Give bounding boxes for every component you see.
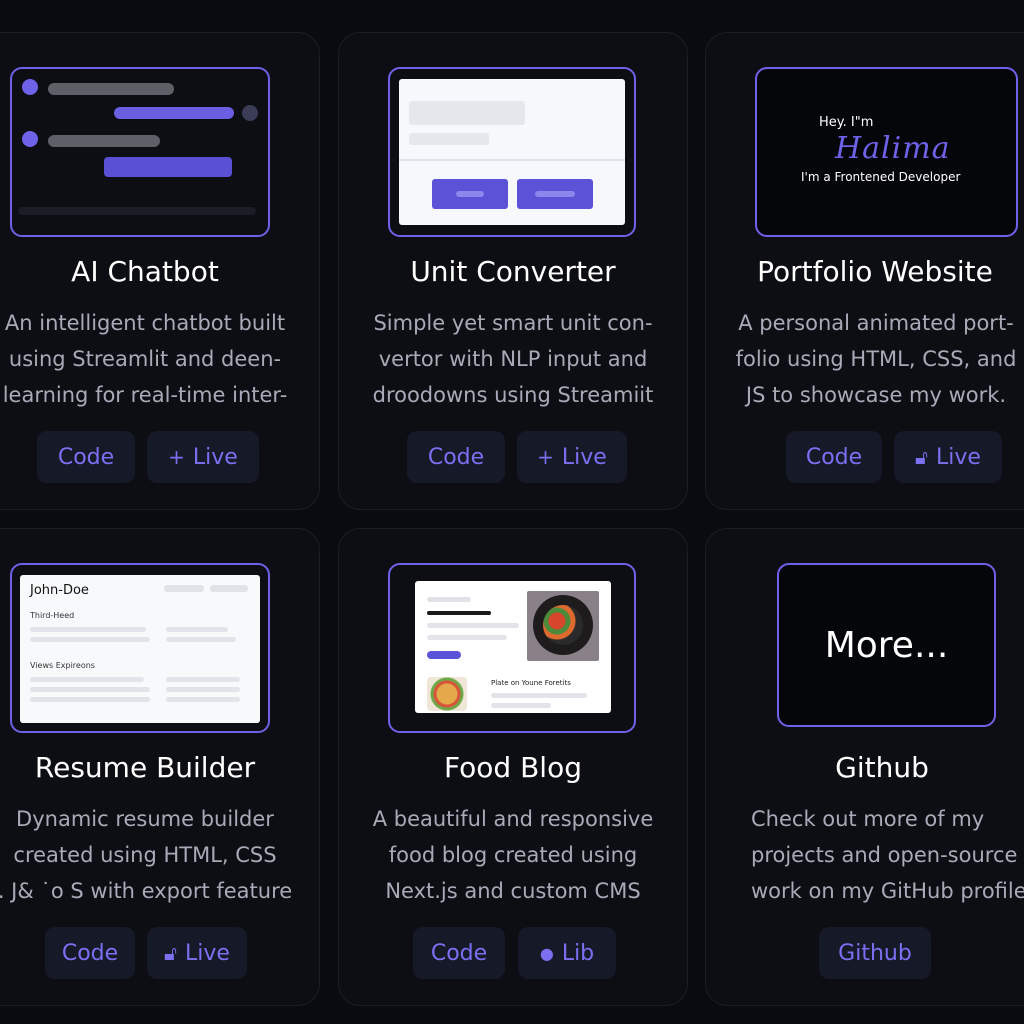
card-description: Check out more of my projects and open-so… xyxy=(751,807,1024,903)
card-title: Github xyxy=(835,751,929,784)
more-label: More... xyxy=(824,624,949,666)
portfolio-preview: Hey. I"m Halima I'm a Frontened Develope… xyxy=(755,67,1018,237)
lock-icon: 🔓︎ xyxy=(915,445,929,469)
card-description: Simple yet smart unit con-vertor with NL… xyxy=(372,311,654,407)
resume-page: John-Doe Third-Heed Views Expireons xyxy=(20,575,260,723)
project-card-resume-builder: John-Doe Third-Heed Views Expireons Resu… xyxy=(0,528,320,1006)
live-button[interactable]: + Live xyxy=(517,431,627,483)
resume-preview: John-Doe Third-Heed Views Expireons xyxy=(10,563,270,733)
message-bubble xyxy=(48,83,174,95)
bot-avatar-icon xyxy=(22,79,38,95)
cloud-icon: ● xyxy=(539,943,554,963)
live-button[interactable]: + Live xyxy=(147,431,259,483)
live-button[interactable]: 🔓︎ Live xyxy=(147,927,247,979)
code-button[interactable]: Code xyxy=(45,927,135,979)
github-button[interactable]: Github xyxy=(819,927,931,979)
lib-button[interactable]: ● Lib xyxy=(518,927,616,979)
plus-icon: + xyxy=(537,445,554,469)
project-card-github: More... Github Check out more of my proje… xyxy=(705,528,1024,1006)
card-title: Food Blog xyxy=(444,751,582,784)
live-button[interactable]: 🔓︎ Live xyxy=(894,431,1002,483)
code-button[interactable]: Code xyxy=(413,927,505,979)
card-title: AI Chatbot xyxy=(71,255,219,288)
lock-icon: 🔓︎ xyxy=(164,941,178,965)
user-avatar-icon xyxy=(242,105,258,121)
chat-input xyxy=(18,207,256,215)
converter-panel xyxy=(399,79,625,225)
card-description: Dynamic resume builder created using HTML… xyxy=(0,807,293,903)
card-description: A beautiful and responsive food blog crea… xyxy=(372,807,654,903)
card-title: Unit Converter xyxy=(410,255,616,288)
preview-subtitle: I'm a Frontened Developer xyxy=(801,170,961,184)
code-button[interactable]: Code xyxy=(407,431,505,483)
project-card-unit-converter: Unit Converter Simple yet smart unit con… xyxy=(338,32,688,510)
code-button[interactable]: Code xyxy=(786,431,882,483)
chatbot-preview xyxy=(10,67,270,237)
code-button[interactable]: Code xyxy=(37,431,135,483)
message-bubble xyxy=(114,107,234,119)
more-preview: More... xyxy=(777,563,996,727)
food-blog-preview: Plate on Youne Foretits xyxy=(388,563,636,733)
food-thumb xyxy=(427,677,467,711)
signature-logo: Halima xyxy=(835,131,951,166)
food-photo xyxy=(527,591,599,661)
plus-icon: + xyxy=(168,445,185,469)
project-card-portfolio: Hey. I"m Halima I'm a Frontened Develope… xyxy=(705,32,1024,510)
blog-page: Plate on Youne Foretits xyxy=(415,581,611,713)
project-card-ai-chatbot: AI Chatbot An intelligent chatbot built u… xyxy=(0,32,320,510)
preview-greeting: Hey. I"m xyxy=(819,115,874,130)
message-bubble xyxy=(48,135,160,147)
bot-avatar-icon xyxy=(22,131,38,147)
card-description: A personal animated port-folio using HTM… xyxy=(735,311,1017,407)
card-title: Resume Builder xyxy=(34,751,256,784)
project-card-food-blog: Plate on Youne Foretits Food Blog A beau… xyxy=(338,528,688,1006)
unit-converter-preview xyxy=(388,67,636,237)
card-title: Portfolio Website xyxy=(757,255,993,288)
card-description: An intelligent chatbot built using Stream… xyxy=(2,311,288,407)
message-bubble xyxy=(104,157,232,177)
